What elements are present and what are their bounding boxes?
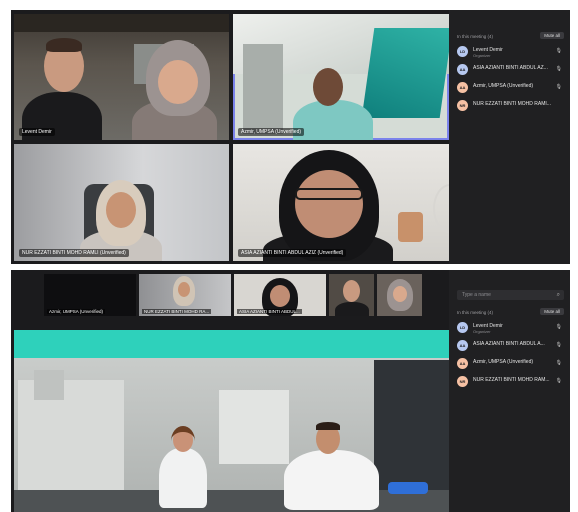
search-placeholder: Type a name (462, 292, 491, 298)
participant-item[interactable]: AA ASIA AZIANTI BINTI ABDUL A... 🎙 (457, 339, 564, 353)
video-tile-azmir[interactable]: Azmir, UMPSA (Unverified) (233, 14, 449, 140)
participants-section-label[interactable]: In this meeting (4) (457, 34, 493, 39)
avatar: NR (457, 376, 468, 387)
person-body (335, 302, 369, 316)
tile-name-label: Azmir, UMPSA (Unverified) (238, 128, 305, 136)
participant-item[interactable]: AA Azmir, UMPSA (Unverified) 🎙 (457, 81, 564, 95)
ceiling (14, 14, 229, 32)
participant-item[interactable]: NR NUR EZZATI BINTI MOHD RAM... 🎙 (457, 375, 564, 389)
avatar: NR (457, 100, 468, 111)
participant-item[interactable]: NR NUR EZZATI BINTI MOHD RAMI... (457, 99, 564, 113)
thumbnail-azmir[interactable]: Azmir, UMPSA (Unverified) (44, 274, 136, 316)
microphone-icon[interactable]: 🎙 (556, 84, 562, 90)
scientist-1-hair (171, 426, 195, 456)
participant-name: Azmir, UMPSA (Unverified) (473, 359, 534, 365)
participant-role: Organizer (473, 329, 491, 334)
video-tile-asia-azianti[interactable]: ASIA AZIANTI BINTI ABDUL AZIZ (Unverifie… (233, 144, 449, 261)
tile-name-label: NUR EZZATI BINTI MOHD RAMLI (Unverified) (19, 249, 129, 257)
participant-item[interactable]: LD Levent Demir Organizer 🎙 (457, 321, 564, 335)
microphone-icon[interactable]: 🎙 (556, 360, 562, 366)
participant-name: NUR EZZATI BINTI MOHD RAM... (473, 377, 550, 383)
participants-section-label[interactable]: In this meeting (4) (457, 310, 493, 315)
person-face-2 (158, 60, 198, 104)
avatar: AA (457, 358, 468, 369)
participant-item[interactable]: AA Azmir, UMPSA (Unverified) 🎙 (457, 357, 564, 371)
blue-glove (388, 482, 428, 494)
person-body (293, 100, 373, 140)
participant-item[interactable]: AA ASIA AZIANTI BINTI ABDUL AZ... 🎙 (457, 63, 564, 77)
avatar: AA (457, 64, 468, 75)
glasses (295, 188, 363, 200)
person-face (270, 285, 290, 307)
thumb-name-label: NUR EZZATI BINTI MOHD RA... (142, 309, 212, 314)
thumbnail-levent[interactable] (329, 274, 374, 316)
background-chair (398, 212, 423, 242)
pillar (243, 44, 283, 134)
mute-all-button[interactable]: Mute all (540, 308, 564, 315)
participant-name: ASIA AZIANTI BINTI ABDUL AZ... (473, 65, 548, 71)
person-face (343, 280, 360, 302)
shared-video-stage[interactable] (14, 330, 449, 512)
avatar: AA (457, 340, 468, 351)
avatar: LD (457, 322, 468, 333)
person-face (106, 192, 136, 228)
microphone-icon[interactable]: 🎙 (556, 324, 562, 330)
participant-item[interactable]: LD Levent Demir Organizer 🎙 (457, 45, 564, 59)
thumbnail-participant[interactable] (377, 274, 422, 316)
video-tile-nur-ezzati[interactable]: NUR EZZATI BINTI MOHD RAMLI (Unverified) (14, 144, 229, 261)
person-face (313, 68, 343, 106)
round-mirror (433, 184, 449, 233)
meeting-screenshot-shared-video: Azmir, UMPSA (Unverified) NUR EZZATI BIN… (11, 270, 570, 512)
participant-name: NUR EZZATI BINTI MOHD RAMI... (473, 101, 551, 107)
tile-name-label: ASIA AZIANTI BINTI ABDUL AZIZ (Unverifie… (238, 249, 347, 257)
microphone-icon[interactable]: 🎙 (556, 342, 562, 348)
participants-panel: Type a name ⌕ In this meeting (4) Mute a… (449, 270, 570, 512)
search-input[interactable]: Type a name ⌕ (457, 290, 564, 300)
avatar: LD (457, 46, 468, 57)
participant-role: Organizer (473, 53, 491, 58)
teal-banner (14, 330, 449, 358)
scientist-2 (284, 450, 379, 510)
participants-panel: In this meeting (4) Mute all LD Levent D… (449, 10, 570, 264)
mute-all-button[interactable]: Mute all (540, 32, 564, 39)
microphone-icon[interactable]: 🎙 (556, 378, 562, 384)
meeting-screenshot-gallery: Levent Demir Azmir, UMPSA (Unverified) N… (11, 10, 570, 264)
window-teal (361, 28, 449, 118)
search-icon: ⌕ (556, 292, 560, 298)
lab-bench (14, 490, 449, 512)
scientist-1 (159, 448, 207, 508)
participant-name: ASIA AZIANTI BINTI ABDUL A... (473, 341, 545, 347)
scientist-2-hair (316, 422, 340, 430)
participant-name: Azmir, UMPSA (Unverified) (473, 83, 534, 89)
thumb-name-label: Azmir, UMPSA (Unverified) (47, 309, 106, 314)
avatar: AA (457, 82, 468, 93)
person-hair (46, 38, 82, 52)
video-tile-levent[interactable]: Levent Demir (14, 14, 229, 140)
lab-cabinet (219, 390, 289, 464)
person-face (393, 286, 407, 302)
thumbnail-nur-ezzati[interactable]: NUR EZZATI BINTI MOHD RA... (139, 274, 231, 316)
tile-name-label: Levent Demir (19, 128, 55, 136)
microphone-icon[interactable]: 🎙 (556, 66, 562, 72)
lab-instrument-top (34, 370, 64, 400)
thumbnail-asia-azianti[interactable]: ASIA AZIANTI BINTI ABDUL... (234, 274, 326, 316)
person-face (178, 282, 190, 297)
thumb-name-label: ASIA AZIANTI BINTI ABDUL... (237, 309, 302, 314)
microphone-icon[interactable]: 🎙 (556, 48, 562, 54)
person-face (295, 170, 363, 238)
